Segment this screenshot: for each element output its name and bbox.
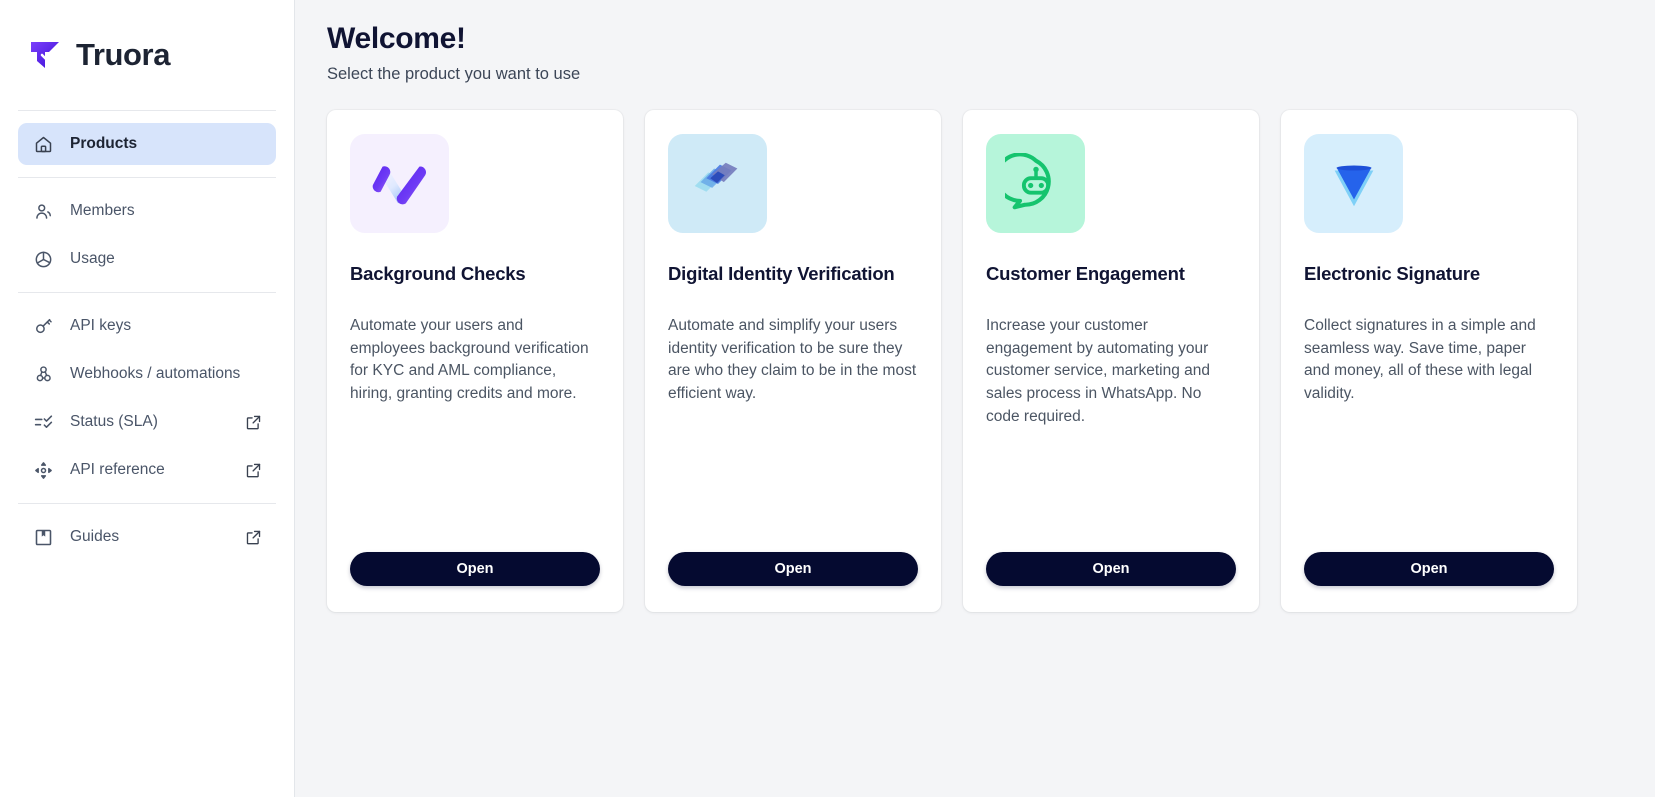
signature-triangle-icon [1304, 134, 1403, 233]
main-content: Welcome! Select the product you want to … [295, 0, 1655, 797]
product-card-title: Digital Identity Verification [668, 263, 895, 284]
product-card-title: Customer Engagement [986, 263, 1185, 284]
sidebar-item-products[interactable]: Products [18, 123, 276, 165]
sidebar-item-status-sla[interactable]: Status (SLA) [18, 401, 276, 443]
sidebar-item-guides[interactable]: Guides [18, 516, 276, 558]
product-card-description: Automate and simplify your users identit… [668, 317, 917, 403]
home-icon [32, 133, 54, 155]
sidebar-group-docs: Guides [0, 504, 294, 570]
sidebar-item-api-reference[interactable]: API reference [18, 449, 276, 491]
background-checks-icon [350, 134, 449, 233]
open-button[interactable]: Open [350, 552, 600, 586]
truora-logo-icon [26, 35, 66, 75]
identity-layers-icon [668, 134, 767, 233]
external-link-icon[interactable] [244, 528, 262, 546]
sidebar-item-label: Webhooks / automations [70, 365, 241, 382]
sidebar-group-account: Members Usage [0, 178, 294, 292]
members-icon [32, 200, 54, 222]
open-button[interactable]: Open [986, 552, 1236, 586]
move-arrows-icon [32, 459, 54, 481]
product-card-title: Electronic Signature [1304, 263, 1480, 284]
sidebar: Truora Products Members Usage API keys W… [0, 0, 295, 797]
webhook-icon [32, 363, 54, 385]
product-card-description: Collect signatures in a simple and seaml… [1304, 317, 1536, 403]
open-button[interactable]: Open [1304, 552, 1554, 586]
checklist-icon [32, 411, 54, 433]
chatbot-bubble-icon [986, 134, 1085, 233]
sidebar-item-label: Usage [70, 250, 115, 267]
page-subtitle: Select the product you want to use [327, 65, 581, 83]
product-card-background-checks[interactable]: Background Checks Automate your users an… [327, 110, 623, 612]
product-card-digital-identity-verification[interactable]: Digital Identity Verification Automate a… [645, 110, 941, 612]
book-icon [32, 526, 54, 548]
brand-name: Truora [76, 37, 171, 72]
open-button[interactable]: Open [668, 552, 918, 586]
sidebar-item-label: Members [70, 202, 135, 219]
sidebar-item-label: Status (SLA) [70, 413, 158, 430]
external-link-icon[interactable] [244, 413, 262, 431]
product-card-description: Increase your customer engagement by aut… [986, 317, 1210, 425]
sidebar-item-usage[interactable]: Usage [18, 238, 276, 280]
sidebar-item-webhooks[interactable]: Webhooks / automations [18, 353, 276, 395]
sidebar-group-developer: API keys Webhooks / automations Status (… [0, 293, 294, 503]
product-card-electronic-signature[interactable]: Electronic Signature Collect signatures … [1281, 110, 1577, 612]
sidebar-item-label: Products [70, 135, 138, 152]
sidebar-group-primary: Products [0, 111, 294, 177]
product-card-description: Automate your users and employees backgr… [350, 317, 589, 403]
key-icon [32, 315, 54, 337]
app-root: Truora Products Members Usage API keys W… [0, 0, 1655, 797]
sidebar-item-label: API reference [70, 461, 165, 478]
sidebar-item-api-keys[interactable]: API keys [18, 305, 276, 347]
sidebar-item-label: Guides [70, 528, 120, 545]
usage-chart-icon [32, 248, 54, 270]
brand[interactable]: Truora [0, 0, 294, 110]
product-card-customer-engagement[interactable]: Customer Engagement Increase your custom… [963, 110, 1259, 612]
external-link-icon[interactable] [244, 461, 262, 479]
page-title: Welcome! [327, 22, 466, 55]
sidebar-item-label: API keys [70, 317, 132, 334]
product-card-grid: Background Checks Automate your users an… [327, 110, 1615, 612]
product-card-title: Background Checks [350, 263, 526, 284]
sidebar-item-members[interactable]: Members [18, 190, 276, 232]
